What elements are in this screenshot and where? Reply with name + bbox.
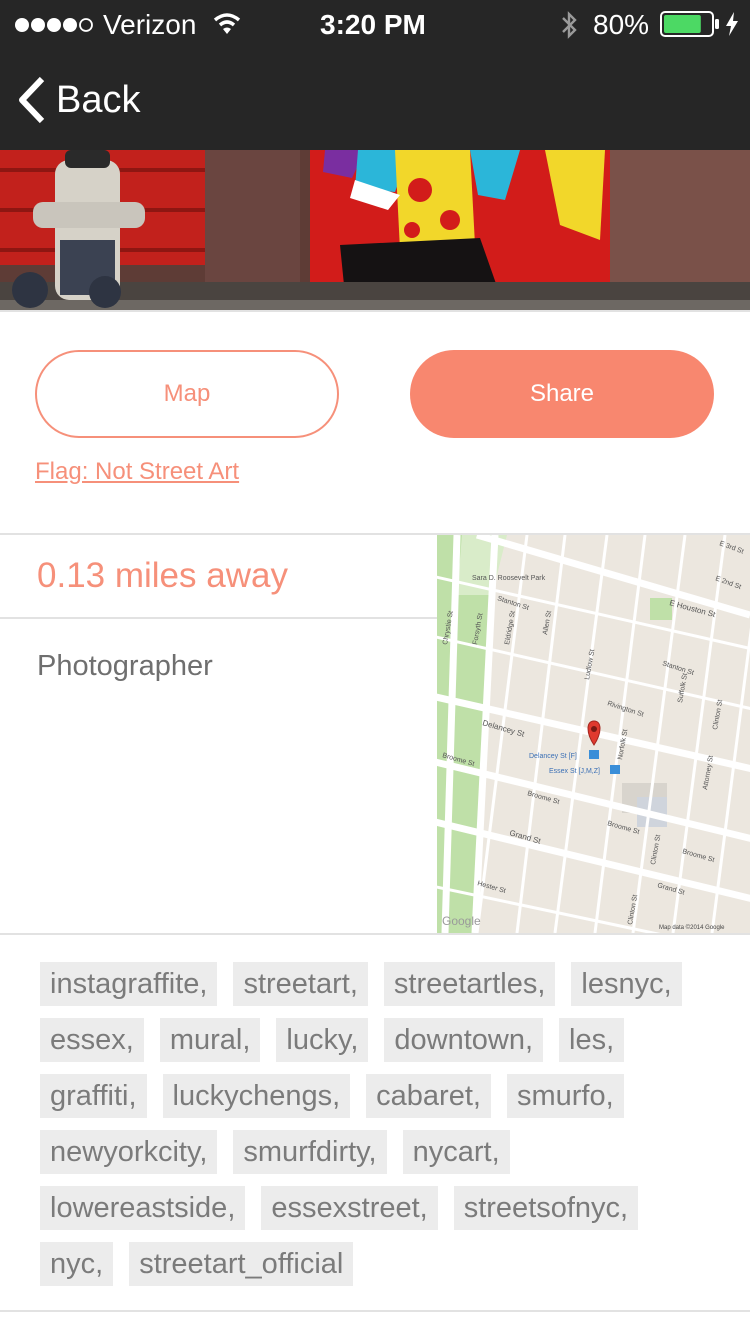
navigation-bar: Back [0, 50, 750, 150]
map-graphic: Delancey St [F] Essex St [J,M,Z] Sara D.… [437, 535, 750, 933]
tag-chip[interactable]: nycart, [402, 1130, 510, 1174]
tag-chip[interactable]: smurfdirty, [233, 1130, 387, 1174]
tag-chip[interactable]: luckychengs, [162, 1074, 351, 1118]
flag-not-street-art-link[interactable]: Flag: Not Street Art [35, 458, 239, 486]
battery-percent: 80% [593, 9, 650, 40]
tag-chip[interactable]: streetart_official [129, 1242, 354, 1286]
divider [0, 617, 437, 619]
map-button[interactable]: Map [35, 350, 339, 438]
divider [0, 1310, 750, 1312]
back-label: Back [56, 78, 141, 121]
tag-chip[interactable]: instagraffite, [40, 962, 218, 1006]
divider [0, 310, 750, 312]
tag-chip[interactable]: streetart, [233, 962, 368, 1006]
carrier-name: Verizon [103, 9, 197, 40]
wifi-icon [213, 13, 241, 34]
tag-chip[interactable]: mural, [159, 1018, 261, 1062]
status-bar: Verizon 3:20 PM 80% [0, 0, 750, 50]
tag-chip[interactable]: nyc, [40, 1242, 114, 1286]
battery-icon [660, 11, 719, 37]
tag-chip[interactable]: lowereastside, [40, 1186, 246, 1230]
tag-chip[interactable]: smurfo, [506, 1074, 624, 1118]
tag-chip[interactable]: lesnyc, [571, 962, 682, 1006]
tag-chip[interactable]: downtown, [384, 1018, 544, 1062]
location-map[interactable]: Delancey St [F] Essex St [J,M,Z] Sara D.… [437, 535, 750, 933]
divider [0, 933, 750, 935]
charging-bolt-icon [726, 12, 738, 36]
map-attribution: Map data ©2014 Google [659, 924, 725, 931]
chevron-left-icon [19, 76, 45, 124]
distance-label: 0.13 miles away [37, 556, 288, 595]
back-button[interactable]: Back [14, 72, 140, 128]
photo-graphic [0, 150, 750, 310]
tag-chip[interactable]: lucky, [276, 1018, 369, 1062]
tag-chip[interactable]: les, [559, 1018, 625, 1062]
street-art-photo [0, 150, 750, 310]
signal-dots-icon [15, 18, 93, 32]
map-station-label: Essex St [J,M,Z] [549, 768, 600, 775]
tag-chip[interactable]: streetartles, [383, 962, 556, 1006]
bluetooth-icon [562, 11, 577, 39]
map-street-label: Sara D. Roosevelt Park [472, 575, 546, 582]
photographer-label: Photographer [37, 650, 213, 682]
tag-chip[interactable]: newyorkcity, [40, 1130, 218, 1174]
tag-chip[interactable]: streetsofnyc, [453, 1186, 639, 1230]
clock-time: 3:20 PM [320, 9, 426, 40]
tag-list: instagraffite, streetart, streetartles, les… [40, 962, 730, 1298]
tag-chip[interactable]: cabaret, [366, 1074, 491, 1118]
share-button[interactable]: Share [410, 350, 714, 438]
map-station-label: Delancey St [F] [529, 753, 577, 760]
google-logo: Google [442, 914, 481, 928]
tag-chip[interactable]: essexstreet, [261, 1186, 438, 1230]
tag-chip[interactable]: essex, [40, 1018, 144, 1062]
tag-chip[interactable]: graffiti, [40, 1074, 147, 1118]
